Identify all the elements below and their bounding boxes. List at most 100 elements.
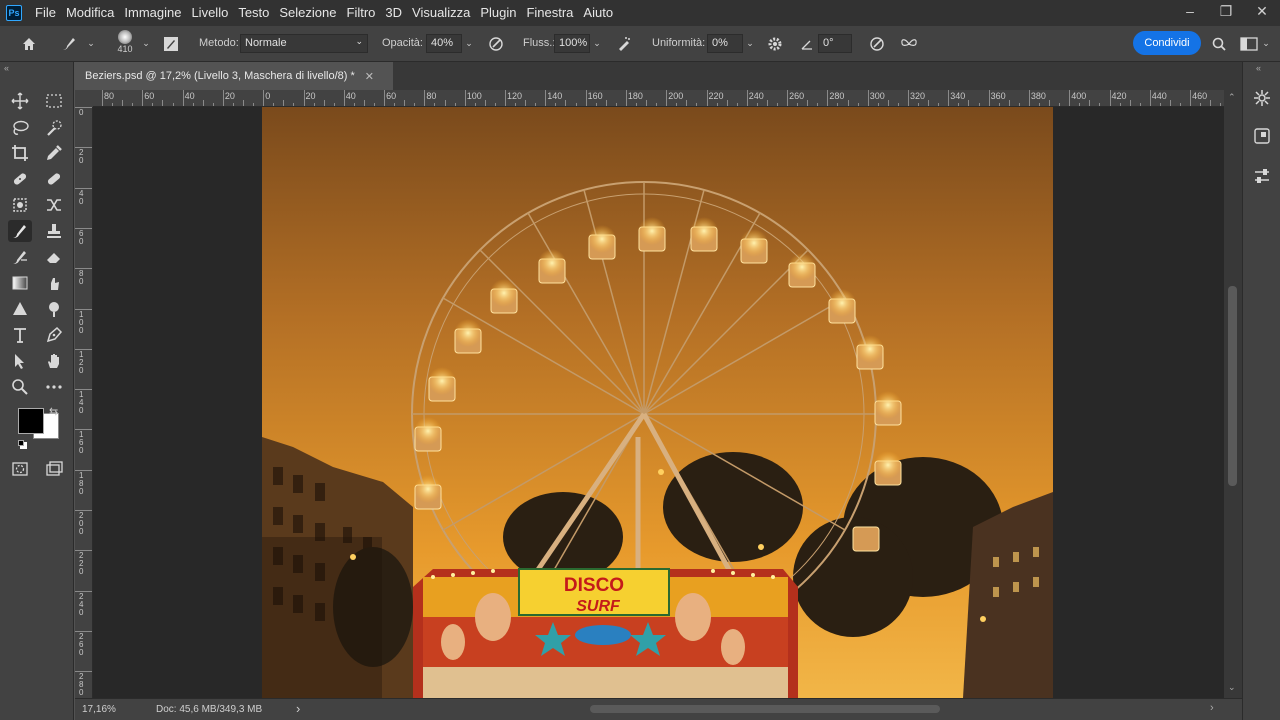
flow-input[interactable]: 100% [554,34,590,53]
horizontal-scroll-thumb[interactable] [590,705,940,713]
ruler-top-minor-tick [1119,103,1121,106]
menu-livello[interactable]: Livello [186,0,233,26]
status-menu-arrow[interactable]: › [296,701,300,716]
brush-settings-icon[interactable] [160,33,182,55]
workspace-dropdown-icon[interactable]: ⌄ [1259,34,1273,53]
default-colors-icon[interactable] [18,440,27,449]
pressure-size-icon[interactable] [866,33,888,55]
opacity-dropdown-icon[interactable]: ⌄ [462,34,476,53]
share-button[interactable]: Condividi [1133,31,1201,55]
menu-modifica[interactable]: Modifica [61,0,119,26]
ruler-top-minor-tick [1220,103,1222,106]
brush-size-picker[interactable]: 410 [114,30,136,58]
path-selection-tool-icon[interactable] [8,350,32,372]
learn-panel-icon[interactable] [1250,86,1274,110]
menu-finestra[interactable]: Finestra [521,0,578,26]
shuffle-tool-icon[interactable] [42,194,66,216]
canvas-area[interactable]: DISCO SURF [93,107,1224,698]
type-tool-icon[interactable] [8,324,32,346]
restore-button[interactable]: ❐ [1208,0,1244,22]
ruler-top-label: 420 [1111,91,1127,101]
zoom-level[interactable]: 17,16% [82,704,116,715]
symmetry-butterfly-icon[interactable] [898,33,920,55]
smudge-tool-icon[interactable] [42,272,66,294]
lasso-tool-icon[interactable] [8,117,32,139]
libraries-panel-icon[interactable] [1250,124,1274,148]
patch-tool-icon[interactable] [42,168,66,190]
adjustments-panel-icon[interactable] [1250,164,1274,188]
minimize-button[interactable]: – [1172,0,1208,22]
scroll-up-icon[interactable]: ⌃ [1228,92,1236,103]
flow-dropdown-icon[interactable]: ⌄ [590,34,604,53]
workspace-icon[interactable] [1238,33,1260,55]
crop-tool-icon[interactable] [8,142,32,164]
vertical-scrollbar[interactable]: ⌃ ⌄ [1224,90,1242,698]
ruler-top-minor-tick [323,100,325,106]
ruler-vertical: 0 2 0 4 0 6 0 8 0 1 0 0 1 2 0 1 4 0 1 6 0 1 8 0 2 … [75,107,93,698]
brush-size-dropdown-icon[interactable]: ⌄ [139,34,153,53]
menu-plugin[interactable]: Plugin [475,0,521,26]
swap-colors-icon[interactable]: ⇆ [49,405,58,418]
close-window-button[interactable]: ✕ [1244,0,1280,22]
ruler-top-tick [1109,90,1111,106]
pen-tool-icon[interactable] [42,324,66,346]
menu-immagine[interactable]: Immagine [119,0,186,26]
ruler-top-minor-tick [494,103,496,106]
angle-input[interactable]: 0° [818,34,852,53]
more-tools-icon[interactable] [42,376,66,398]
quick-mask-icon[interactable] [8,458,32,480]
ruler-top-minor-tick [363,100,365,106]
scroll-down-icon[interactable]: ⌄ [1228,682,1236,693]
gradient-tool-icon[interactable] [8,272,32,294]
menu-aiuto[interactable]: Aiuto [578,0,618,26]
menu-file[interactable]: File [30,0,61,26]
menu-filtro[interactable]: Filtro [342,0,381,26]
ruler-top-minor-tick [374,103,376,106]
foreground-color-swatch[interactable] [18,408,44,434]
history-brush-tool-icon[interactable] [8,246,32,268]
content-aware-tool-icon[interactable] [8,194,32,216]
hand-tool-icon[interactable] [42,350,66,372]
marquee-tool-icon[interactable] [42,90,66,112]
menu-visualizza[interactable]: Visualizza [407,0,475,26]
opacity-input[interactable]: 40% [426,34,462,53]
healing-brush-tool-icon[interactable] [8,168,32,190]
expand-panels-icon[interactable]: « [1256,63,1261,73]
zoom-tool-icon[interactable] [8,376,32,398]
ruler-top-label: 220 [708,91,724,101]
smoothing-input[interactable]: 0% [707,34,743,53]
ruler-left-tick [75,671,92,673]
search-icon[interactable] [1208,33,1230,55]
gear-icon[interactable] [764,33,786,55]
mode-select[interactable]: Normale ⌄ [240,34,368,53]
ruler-top-minor-tick [918,103,920,106]
move-tool-icon[interactable] [8,90,32,112]
vertical-scroll-thumb[interactable] [1228,286,1237,486]
brush-preset-icon[interactable] [58,33,80,55]
pressure-opacity-icon[interactable] [485,33,507,55]
ruler-top-label: 340 [950,91,966,101]
brush-tool-icon[interactable] [8,220,32,242]
document-tab[interactable]: Beziers.psd @ 17,2% (Livello 3, Maschera… [75,62,393,90]
airbrush-icon[interactable] [613,33,635,55]
scroll-right-icon[interactable]: › [1210,702,1214,714]
menu-selezione[interactable]: Selezione [274,0,341,26]
screen-mode-icon[interactable] [42,458,66,480]
ruler-top-minor-tick [112,103,114,106]
close-icon[interactable]: ✕ [365,70,374,83]
ruler-top-tick [625,90,627,106]
ruler-top-tick [1190,90,1192,106]
quick-selection-tool-icon[interactable] [42,117,66,139]
burn-tool-icon[interactable] [42,298,66,320]
eraser-tool-icon[interactable] [42,246,66,268]
brush-preset-dropdown-icon[interactable]: ⌄ [84,34,98,53]
eyedropper-tool-icon[interactable] [42,142,66,164]
menu-testo[interactable]: Testo [233,0,274,26]
dodge-tool-icon[interactable] [8,298,32,320]
menu-3d[interactable]: 3D [380,0,407,26]
smoothing-dropdown-icon[interactable]: ⌄ [743,34,757,53]
ruler-top-minor-tick [1099,103,1101,106]
stamp-tool-icon[interactable] [42,220,66,242]
home-icon[interactable] [18,33,40,55]
collapse-panel-icon[interactable]: « [4,63,9,73]
